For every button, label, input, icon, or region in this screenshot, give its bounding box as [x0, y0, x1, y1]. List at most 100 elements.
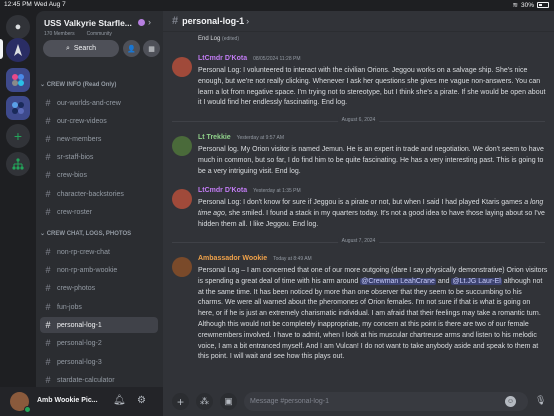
hash-icon: #	[45, 116, 51, 126]
channel-non-rp-crew-chat[interactable]: # non-rp-crew-chat	[40, 244, 158, 260]
discover-button[interactable]	[6, 152, 30, 176]
user-mention[interactable]: @Crewman LeahCrane	[360, 277, 436, 285]
hash-icon: #	[45, 189, 51, 199]
category-crew-info[interactable]: ⌄ CREW INFO (Read Only)	[40, 81, 116, 88]
message-text: Personal log. My Orion visitor is named …	[198, 146, 544, 175]
message-input[interactable]	[244, 392, 528, 411]
status-time: 12:45 PM	[4, 1, 32, 8]
status-bar: 12:45 PM Wed Aug 7 ≋ 30%	[0, 0, 554, 11]
events-button[interactable]: ▦	[143, 40, 160, 57]
user-mention[interactable]: @Lt.JG Laur-El	[451, 277, 502, 285]
channel-sidebar: USS Valkyrie Starfle... › 170 Members Co…	[36, 11, 163, 387]
selected-server-pill	[0, 39, 3, 59]
message-author[interactable]: Lt Trekkie	[198, 134, 231, 141]
chevron-right-icon: ›	[246, 16, 250, 26]
discord-app: 12:45 PM Wed Aug 7 ≋ 30% ● + USS Valkyri…	[0, 0, 554, 416]
channel-personal-log-1[interactable]: # personal-log-1	[40, 317, 158, 333]
channel-our-worlds-and-crew[interactable]: # our-worlds-and-crew	[40, 95, 158, 111]
search-label: Search	[73, 45, 97, 52]
hash-icon: #	[45, 207, 51, 217]
chat-bubble-icon: ●	[14, 21, 22, 33]
message-timestamp: Yesterday at 1:35 PM	[253, 188, 301, 194]
emoji-icon[interactable]: ☺	[505, 396, 516, 407]
attach-button[interactable]: +	[172, 393, 189, 410]
server-group-icon	[12, 74, 24, 86]
online-status-icon	[24, 406, 31, 413]
chevron-down-icon: ⌄	[40, 82, 47, 88]
plus-icon: +	[176, 394, 184, 409]
apps-icon: ⁂	[200, 396, 209, 406]
chat-area: # personal-log-1 › End Log (edited) LtCm…	[163, 11, 554, 416]
message-timestamp: Yesterday at 9:57 AM	[236, 135, 284, 141]
channel-sr-staff-bios[interactable]: # sr-staff-bios	[40, 149, 158, 165]
battery-level: 30%	[520, 1, 534, 9]
apps-button[interactable]: ⁂	[196, 393, 213, 410]
channel-non-rp-amb-wookie[interactable]: # non-rp-amb-wookie	[40, 262, 158, 278]
hash-icon: #	[45, 98, 51, 108]
server-rail: ● +	[0, 11, 36, 416]
hash-icon: #	[45, 338, 51, 348]
server-folder-1[interactable]	[6, 68, 30, 92]
server-name[interactable]: USS Valkyrie Starfle...	[44, 18, 132, 28]
starfleet-delta-icon	[14, 44, 22, 56]
hash-icon: #	[45, 152, 51, 162]
user-name[interactable]: Amb Wookie Pic...	[37, 397, 98, 404]
message-text: Personal Log – I am concerned that one o…	[198, 267, 548, 361]
date-divider: August 6, 2024	[172, 117, 545, 123]
hash-icon: #	[45, 247, 51, 257]
avatar[interactable]	[172, 257, 192, 277]
avatar[interactable]	[172, 136, 192, 156]
gift-button[interactable]: ▣	[220, 393, 237, 410]
server-group-icon	[12, 102, 24, 114]
server-folder-2[interactable]	[6, 96, 30, 120]
message-author[interactable]: LtCmdr D'Kota	[198, 187, 247, 194]
channel-fun-jobs[interactable]: # fun-jobs	[40, 299, 158, 315]
avatar[interactable]	[172, 57, 192, 77]
server-valkyrie-button[interactable]	[6, 38, 30, 62]
channel-new-members[interactable]: # new-members	[40, 131, 158, 147]
invite-button[interactable]: 👤	[123, 40, 140, 57]
channel-character-backstories[interactable]: # character-backstories	[40, 186, 158, 202]
chevron-down-icon: ⌄	[40, 231, 47, 237]
channel-crew-roster[interactable]: # crew-roster	[40, 204, 158, 220]
hash-icon: #	[45, 357, 51, 367]
avatar[interactable]	[172, 189, 192, 209]
gear-icon[interactable]: ⚙	[137, 395, 146, 406]
channel-personal-log-3[interactable]: # personal-log-3	[40, 354, 158, 370]
calendar-icon: ▦	[148, 45, 155, 53]
search-button[interactable]: ⌕ Search	[43, 40, 119, 57]
hash-icon: #	[45, 265, 51, 275]
chat-header[interactable]: # personal-log-1 ›	[163, 11, 554, 32]
status-date: Wed Aug 7	[34, 1, 66, 8]
message-author[interactable]: Ambassador Wookie	[198, 255, 267, 262]
bell-icon[interactable]: 🔔︎	[113, 395, 126, 406]
battery-icon	[537, 2, 549, 8]
channel-stardate-calculator[interactable]: # stardate-calculator	[40, 372, 158, 388]
search-icon: ⌕	[65, 44, 70, 52]
hierarchy-icon	[12, 158, 24, 170]
community-label: Community	[86, 31, 112, 37]
hash-icon: #	[45, 320, 51, 330]
channel-crew-photos[interactable]: # crew-photos	[40, 280, 158, 296]
channel-title: personal-log-1	[182, 16, 245, 26]
message-text: Personal Log: I volunteered to interact …	[198, 67, 546, 107]
chevron-right-icon[interactable]: ›	[148, 17, 151, 27]
microphone-icon[interactable]: 🎙︎	[535, 395, 546, 406]
message-composer: + ⁂ ▣ ☺ 🎙︎	[163, 387, 554, 416]
date-divider: August 7, 2024	[172, 238, 545, 244]
hash-icon: #	[45, 302, 51, 312]
channel-personal-log-2[interactable]: # personal-log-2	[40, 335, 158, 351]
gift-icon: ▣	[224, 396, 233, 406]
hash-icon: #	[45, 375, 51, 385]
channel-our-crew-videos[interactable]: # our-crew-videos	[40, 113, 158, 129]
direct-messages-button[interactable]: ●	[6, 15, 30, 39]
wifi-icon: ≋	[512, 2, 518, 9]
message-text: Personal Log: I don't know for sure if J…	[198, 199, 545, 228]
message-author[interactable]: LtCmdr D'Kota	[198, 55, 247, 62]
add-server-button[interactable]: +	[6, 124, 30, 148]
user-panel: Amb Wookie Pic... 🔔︎ ⚙	[0, 387, 163, 416]
hash-icon: #	[45, 134, 51, 144]
message-timestamp: Today at 8:49 AM	[273, 256, 312, 262]
category-crew-chat[interactable]: ⌄ CREW CHAT, LOGS, PHOTOS	[40, 230, 131, 237]
channel-crew-bios[interactable]: # crew-bios	[40, 167, 158, 183]
